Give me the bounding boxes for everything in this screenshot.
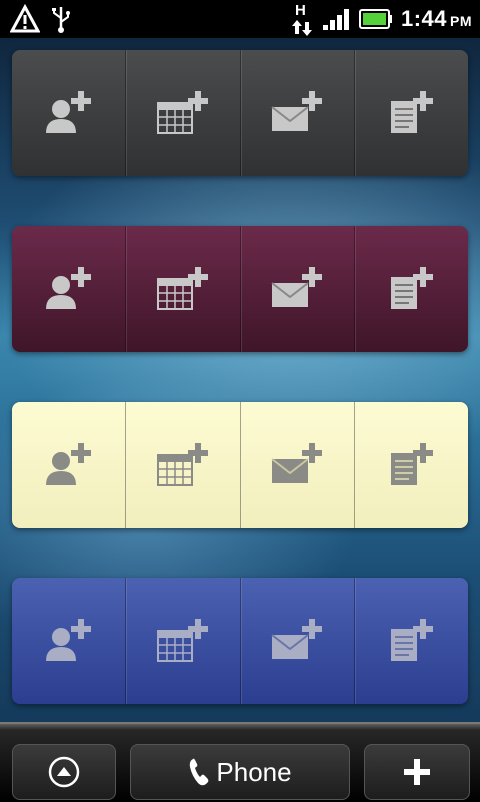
- quick-add-widget-cream: [12, 402, 468, 528]
- phone-label: Phone: [216, 756, 292, 787]
- clock: 1:44 PM: [401, 6, 472, 32]
- add-contact-button[interactable]: [12, 226, 125, 352]
- add-note-icon: [385, 265, 437, 313]
- add-contact-icon: [43, 265, 95, 313]
- add-contact-icon: [43, 89, 95, 137]
- bottom-dock: Phone: [0, 722, 480, 802]
- add-note-button[interactable]: [353, 402, 468, 528]
- add-note-icon: [385, 617, 437, 665]
- add-contact-button[interactable]: [12, 402, 125, 528]
- usb-icon: [50, 4, 72, 34]
- status-right: H 1:44 PM: [291, 0, 472, 38]
- quick-add-widget-blue: [12, 578, 468, 704]
- add-contact-button[interactable]: [12, 578, 125, 704]
- launcher-button[interactable]: [12, 744, 116, 800]
- status-left: [10, 4, 72, 34]
- add-event-icon: [155, 441, 211, 489]
- add-event-button[interactable]: [125, 50, 239, 176]
- add-note-button[interactable]: [353, 226, 468, 352]
- add-contact-icon: [43, 441, 95, 489]
- add-message-icon: [269, 89, 325, 137]
- quick-add-widget-gray: [12, 50, 468, 176]
- plus-icon: [402, 757, 432, 787]
- add-note-button[interactable]: [353, 50, 468, 176]
- status-bar: H 1:44 PM: [0, 0, 480, 38]
- add-to-home-button[interactable]: [364, 744, 470, 800]
- add-message-button[interactable]: [239, 50, 354, 176]
- add-contact-button[interactable]: [12, 50, 125, 176]
- phone-button[interactable]: Phone: [130, 744, 350, 800]
- add-contact-icon: [43, 617, 95, 665]
- add-note-icon: [385, 89, 437, 137]
- warning-icon: [10, 4, 40, 34]
- add-message-icon: [269, 441, 325, 489]
- quick-add-widget-plum: [12, 226, 468, 352]
- network-data-icon: H: [291, 2, 313, 36]
- phone-icon: [188, 757, 210, 787]
- add-event-icon: [155, 265, 211, 313]
- add-note-icon: [385, 441, 437, 489]
- clock-ampm: PM: [450, 13, 472, 29]
- add-message-icon: [269, 617, 325, 665]
- add-event-button[interactable]: [125, 402, 239, 528]
- add-message-icon: [269, 265, 325, 313]
- add-event-button[interactable]: [125, 226, 239, 352]
- add-message-button[interactable]: [239, 402, 354, 528]
- add-message-button[interactable]: [239, 226, 354, 352]
- add-event-button[interactable]: [125, 578, 239, 704]
- add-message-button[interactable]: [239, 578, 354, 704]
- add-event-icon: [155, 617, 211, 665]
- add-event-icon: [155, 89, 211, 137]
- clock-time: 1:44: [400, 6, 447, 31]
- launcher-up-icon: [47, 755, 81, 789]
- signal-icon: [321, 7, 351, 31]
- add-note-button[interactable]: [353, 578, 468, 704]
- battery-icon: [358, 8, 393, 30]
- network-type-label: H: [294, 2, 306, 19]
